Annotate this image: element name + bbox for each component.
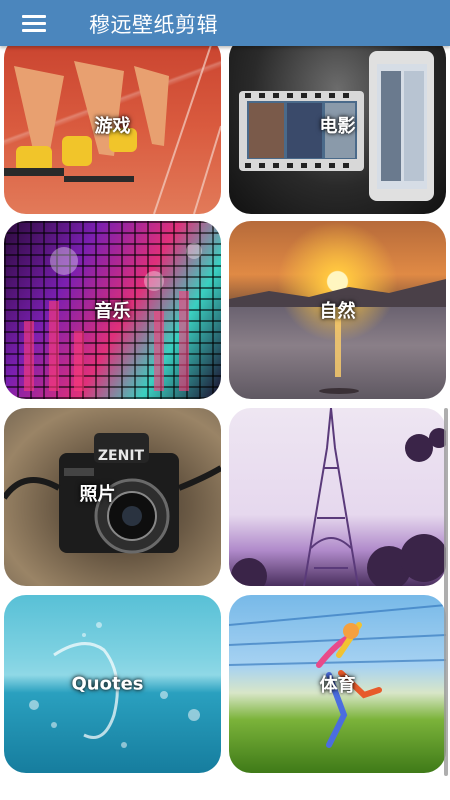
- category-label: 游戏: [94, 116, 131, 137]
- svg-text:ZENIT: ZENIT: [98, 448, 145, 464]
- app-bar: 穆远壁纸剪辑: [0, 0, 450, 46]
- category-card-film[interactable]: 电影: [229, 46, 446, 214]
- category-card-music[interactable]: 音乐: [4, 221, 221, 399]
- category-label: Quotes: [71, 673, 144, 695]
- app-title: 穆远壁纸剪辑: [89, 13, 218, 37]
- menu-icon-line: [22, 29, 46, 32]
- category-card-nature[interactable]: 自然: [229, 221, 446, 399]
- category-label: 照片: [79, 484, 116, 505]
- category-label: 电影: [319, 116, 356, 137]
- category-card-travel[interactable]: [229, 408, 446, 586]
- menu-icon[interactable]: [22, 13, 48, 33]
- category-label: 体育: [319, 675, 356, 696]
- scrollbar[interactable]: [444, 408, 448, 776]
- category-card-photo[interactable]: ZENIT 照片: [4, 408, 221, 586]
- category-card-sports[interactable]: 体育: [229, 595, 446, 773]
- menu-icon-line: [22, 15, 46, 18]
- category-card-quotes[interactable]: Quotes: [4, 595, 221, 773]
- category-label: 音乐: [94, 301, 131, 322]
- category-card-games[interactable]: 游戏: [4, 46, 221, 214]
- menu-icon-line: [22, 22, 46, 25]
- eiffel-tower-image: [231, 408, 446, 586]
- category-grid: 游戏 电影 音乐 自然 ZENIT 照片 Quotes 体育: [0, 46, 450, 800]
- category-label: 自然: [319, 301, 356, 322]
